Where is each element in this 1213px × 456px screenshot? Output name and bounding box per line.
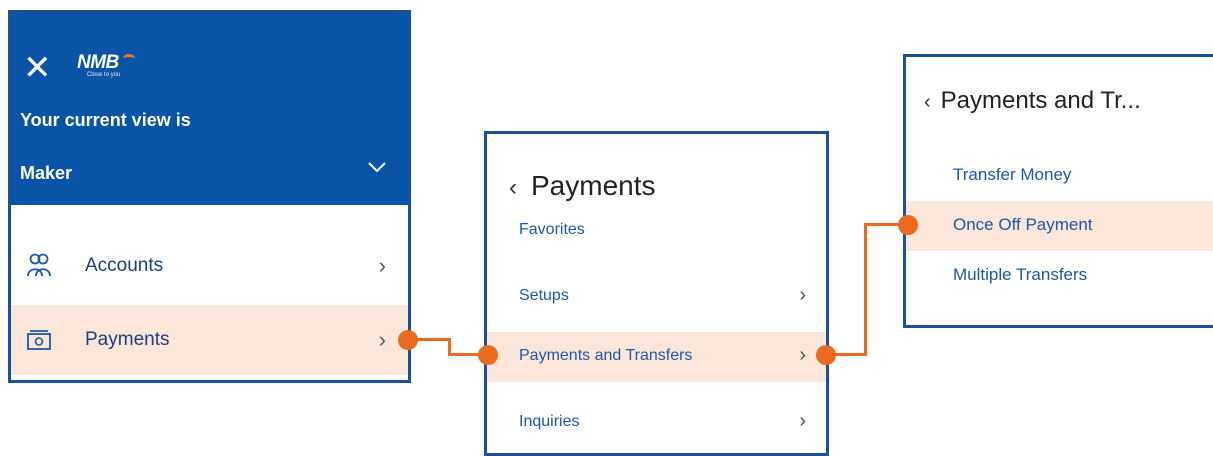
- chevron-right-icon: ›: [378, 327, 386, 352]
- payments-submenu-panel: ‹ Payments Favorites Setups › Payments an…: [484, 131, 829, 456]
- chevron-right-icon: ›: [799, 284, 806, 306]
- submenu-item-label: Transfer Money: [953, 165, 1072, 184]
- connector-dot: [898, 215, 918, 235]
- chevron-left-icon: ‹: [509, 174, 517, 201]
- menu-header: ✕ NMB Close to you Your current view is …: [11, 13, 408, 205]
- connector-line: [864, 223, 867, 356]
- payments-transfers-submenu-panel: ‹ Payments and Tr... Transfer Money Once …: [903, 54, 1213, 328]
- menu-item-payments[interactable]: Payments ›: [11, 305, 408, 375]
- main-menu-panel: ✕ NMB Close to you Your current view is …: [8, 10, 411, 383]
- submenu-item-label: Multiple Transfers: [953, 265, 1088, 284]
- submenu-title: Payments: [531, 170, 656, 201]
- submenu-item-inquiries[interactable]: Inquiries ›: [487, 398, 826, 448]
- close-icon[interactable]: ✕: [23, 51, 52, 85]
- chevron-right-icon: ›: [799, 410, 806, 432]
- submenu-item-label: Inquiries: [519, 413, 580, 430]
- submenu-item-setups[interactable]: Setups ›: [487, 272, 826, 322]
- chevron-right-icon: ›: [378, 253, 386, 278]
- submenu-title: Payments and Tr...: [940, 87, 1141, 114]
- connector-dot: [816, 345, 836, 365]
- chevron-right-icon: ›: [799, 344, 806, 366]
- nmb-logo: NMB Close to you: [77, 52, 139, 78]
- chevron-left-icon: ‹: [924, 91, 931, 113]
- chevron-down-icon[interactable]: [366, 156, 388, 178]
- menu-item-accounts[interactable]: Accounts ›: [11, 231, 408, 301]
- submenu-item-transfer-money[interactable]: Transfer Money: [906, 151, 1213, 201]
- payments-icon: [27, 330, 51, 350]
- submenu-item-label: Favorites: [519, 221, 585, 238]
- current-role: Maker: [20, 163, 73, 183]
- submenu-item-once-off-payment[interactable]: Once Off Payment: [906, 201, 1213, 251]
- submenu-item-payments-and-transfers[interactable]: Payments and Transfers ›: [487, 332, 826, 382]
- back-button[interactable]: ‹ Payments: [509, 170, 656, 202]
- accounts-icon: [27, 253, 51, 277]
- back-button[interactable]: ‹ Payments and Tr...: [924, 87, 1141, 115]
- submenu-item-multiple-transfers[interactable]: Multiple Transfers: [906, 251, 1213, 301]
- submenu-item-label: Payments and Transfers: [519, 347, 693, 364]
- submenu-item-favorites[interactable]: Favorites: [487, 206, 826, 256]
- submenu-item-label: Once Off Payment: [953, 215, 1093, 234]
- menu-item-label: Accounts: [85, 255, 164, 276]
- current-view-label: Your current view is: [20, 110, 191, 130]
- connector-dot: [398, 330, 418, 350]
- connector-dot: [478, 345, 498, 365]
- submenu-item-label: Setups: [519, 287, 569, 304]
- menu-item-label: Payments: [85, 329, 170, 350]
